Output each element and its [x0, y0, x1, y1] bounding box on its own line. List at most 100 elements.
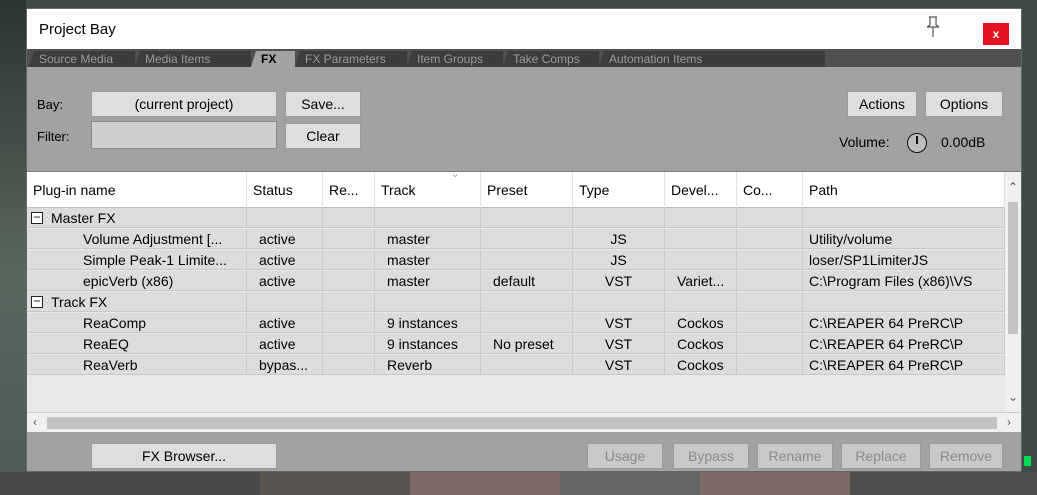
cell-preset: default	[481, 271, 573, 291]
cell-path: C:\REAPER 64 PreRC\P	[803, 313, 1005, 333]
empty-cell	[737, 292, 803, 312]
cell-name: Simple Peak-1 Limite...	[27, 250, 247, 270]
cell-re	[323, 229, 375, 249]
group-row[interactable]: − Master FX	[27, 208, 1005, 228]
cell-devel	[665, 229, 737, 249]
list-header: Plug-in name Status Re... Track Preset T…	[27, 169, 1005, 208]
actions-button[interactable]: Actions	[847, 91, 917, 117]
tab-source-media[interactable]: Source Media	[29, 51, 135, 67]
tab-automation-items[interactable]: Automation Items	[599, 51, 825, 67]
empty-cell	[803, 208, 1005, 228]
column-header-plugin-name[interactable]: Plug-in name	[27, 172, 247, 208]
options-button[interactable]: Options	[925, 91, 1003, 117]
cell-name: ReaComp	[27, 313, 247, 333]
cell-preset	[481, 229, 573, 249]
cell-name: Volume Adjustment [...	[27, 229, 247, 249]
cell-preset: No preset	[481, 334, 573, 354]
horizontal-scrollbar[interactable]: ‹ ›	[27, 412, 1021, 432]
empty-cell	[665, 208, 737, 228]
table-row[interactable]: epicVerb (x86) active master default VST Vari…	[27, 271, 1005, 291]
volume-value: 0.00dB	[941, 134, 986, 150]
scroll-down-icon[interactable]: ⌄	[1005, 390, 1021, 404]
table-row[interactable]: ReaVerb bypas... Reverb VST Cockos C:\REAPER …	[27, 355, 1005, 375]
empty-cell	[323, 208, 375, 228]
column-header-status[interactable]: Status	[247, 172, 323, 208]
rename-button[interactable]: Rename	[757, 443, 833, 469]
cell-co	[737, 355, 803, 375]
empty-cell	[375, 208, 481, 228]
cell-re	[323, 313, 375, 333]
pin-icon[interactable]	[923, 15, 943, 39]
cell-co	[737, 313, 803, 333]
column-header-track[interactable]: Track	[375, 172, 481, 208]
scroll-right-icon[interactable]: ›	[1001, 415, 1017, 429]
empty-cell	[481, 292, 573, 312]
clear-button[interactable]: Clear	[285, 123, 361, 149]
column-header-co[interactable]: Co...	[737, 172, 803, 208]
bay-selector[interactable]: (current project)	[91, 91, 277, 117]
cell-re	[323, 271, 375, 291]
filter-input[interactable]	[91, 121, 277, 149]
tab-strip: Source Media Media Items FX FX Parameter…	[27, 49, 1021, 67]
fx-browser-button[interactable]: FX Browser...	[91, 443, 277, 469]
column-header-developer[interactable]: Devel...	[665, 172, 737, 208]
column-header-path[interactable]: Path	[803, 172, 1005, 208]
cell-type: VST	[573, 355, 665, 375]
tab-item-groups[interactable]: Item Groups	[407, 51, 503, 67]
empty-cell	[737, 208, 803, 228]
empty-cell	[803, 292, 1005, 312]
scroll-up-icon[interactable]: ⌃	[1005, 180, 1021, 194]
horizontal-scroll-thumb[interactable]	[47, 417, 997, 429]
empty-cell	[375, 292, 481, 312]
filter-label: Filter:	[37, 129, 70, 144]
empty-cell	[481, 208, 573, 228]
table-row[interactable]: Simple Peak-1 Limite... active master JS los…	[27, 250, 1005, 270]
cell-type: VST	[573, 271, 665, 291]
project-bay-window: Project Bay x Source Media Media Items F…	[26, 8, 1022, 472]
cell-path: C:\Program Files (x86)\VS	[803, 271, 1005, 291]
cell-devel: Cockos	[665, 313, 737, 333]
cell-path: loser/SP1LimiterJS	[803, 250, 1005, 270]
cell-name: epicVerb (x86)	[27, 271, 247, 291]
remove-button[interactable]: Remove	[929, 443, 1003, 469]
cell-status: active	[247, 313, 323, 333]
table-row[interactable]: ReaComp active 9 instances VST Cockos C:\REAP…	[27, 313, 1005, 333]
cell-track: master	[375, 250, 481, 270]
vertical-scrollbar[interactable]: ⌃ ⌄	[1005, 172, 1021, 412]
column-header-re[interactable]: Re...	[323, 172, 375, 208]
column-header-type[interactable]: Type	[573, 172, 665, 208]
empty-cell	[247, 208, 323, 228]
close-button[interactable]: x	[983, 23, 1009, 45]
volume-knob[interactable]	[907, 133, 927, 153]
collapse-icon[interactable]: −	[31, 211, 43, 224]
background-track-strip	[0, 472, 1037, 495]
replace-button[interactable]: Replace	[841, 443, 921, 469]
collapse-icon[interactable]: −	[31, 295, 43, 308]
column-header-preset[interactable]: Preset	[481, 172, 573, 208]
cell-path: C:\REAPER 64 PreRC\P	[803, 355, 1005, 375]
tab-media-items[interactable]: Media Items	[135, 51, 251, 67]
tab-fx-parameters[interactable]: FX Parameters	[295, 51, 407, 67]
usage-button[interactable]: Usage	[587, 443, 663, 469]
background-left-strip	[0, 0, 26, 495]
table-row[interactable]: Volume Adjustment [... active master JS Util…	[27, 229, 1005, 249]
sort-chevron-icon: ⌄	[451, 169, 460, 180]
save-button[interactable]: Save...	[285, 91, 361, 117]
group-row[interactable]: − Track FX	[27, 292, 1005, 312]
empty-cell	[573, 208, 665, 228]
cell-devel: Variet...	[665, 271, 737, 291]
cell-devel	[665, 250, 737, 270]
cell-type: JS	[573, 250, 665, 270]
table-row[interactable]: ReaEQ active 9 instances No preset VST Cockos…	[27, 334, 1005, 354]
group-label: Track FX	[45, 292, 247, 312]
tab-fx[interactable]: FX	[251, 51, 295, 67]
scroll-left-icon[interactable]: ‹	[27, 415, 43, 429]
group-label: Master FX	[45, 208, 247, 228]
cell-co	[737, 334, 803, 354]
background-right-strip	[1022, 0, 1037, 495]
vertical-scroll-thumb[interactable]	[1008, 202, 1018, 334]
meter-indicator	[1024, 456, 1031, 466]
tab-take-comps[interactable]: Take Comps	[503, 51, 599, 67]
bypass-button[interactable]: Bypass	[673, 443, 749, 469]
cell-type: VST	[573, 334, 665, 354]
